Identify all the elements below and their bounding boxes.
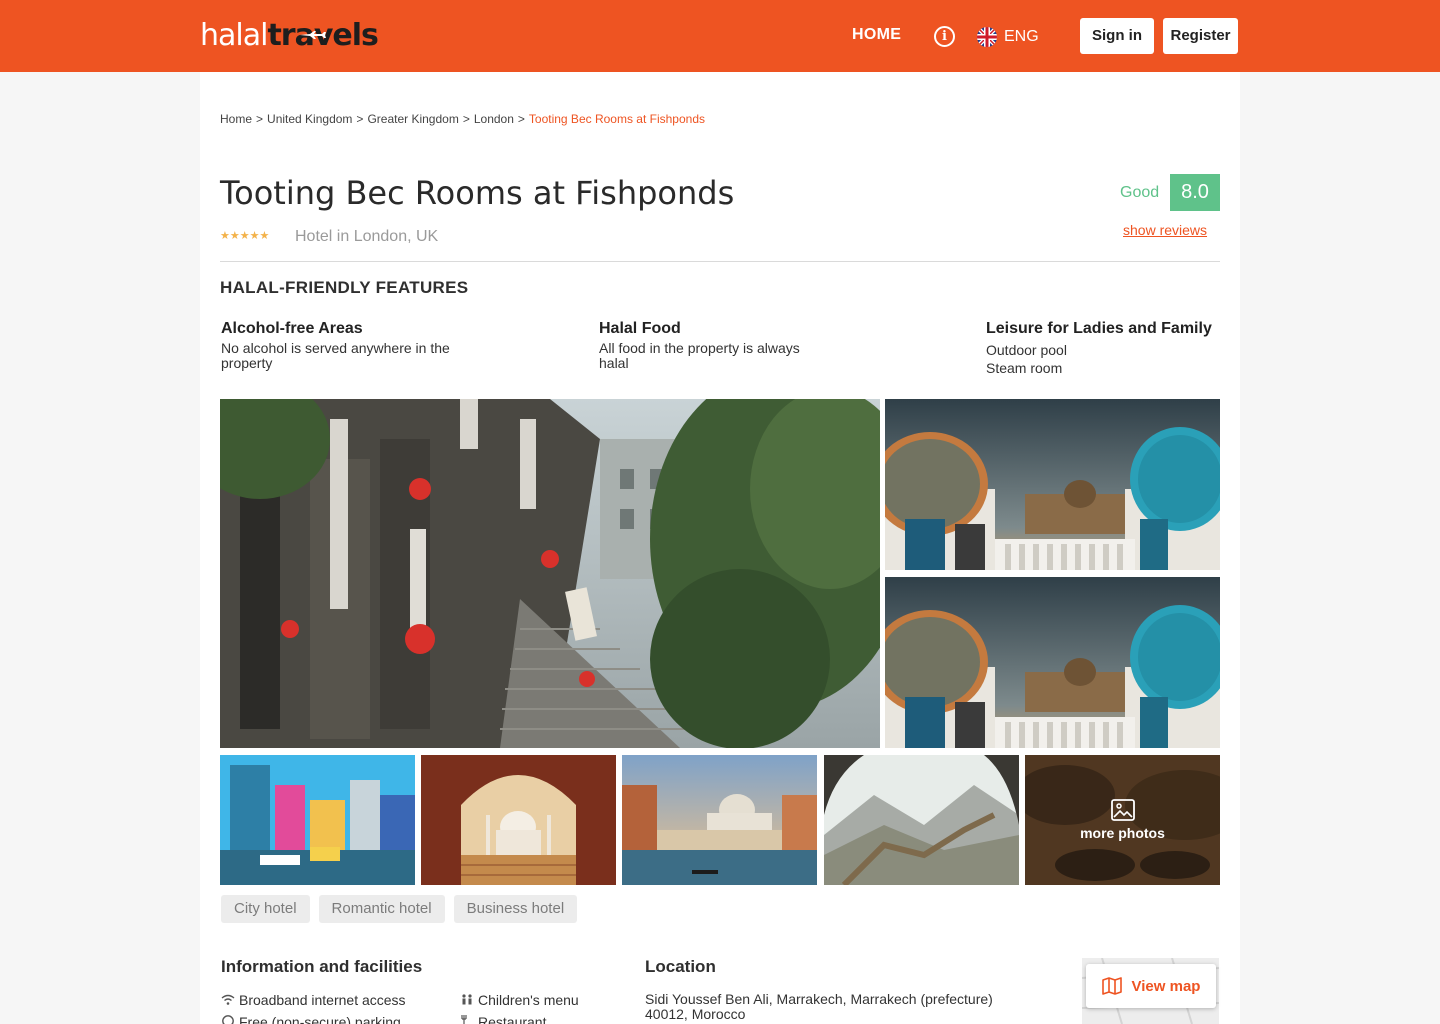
breadcrumb-country[interactable]: United Kingdom: [267, 112, 352, 126]
wifi-icon: [221, 994, 235, 1008]
section-divider: [220, 261, 1220, 262]
halaltravels-logo[interactable]: halaltravels: [200, 18, 379, 54]
feature-halal-food: Halal Food All food in the property is a…: [599, 320, 800, 371]
facility-item: Free (non-secure) parking: [221, 1014, 401, 1024]
feature-description-line: Outdoor pool: [986, 342, 1067, 358]
rating-score-badge: 8.0: [1170, 174, 1220, 211]
feature-alcohol-free: Alcohol-free Areas No alcohol is served …: [221, 320, 450, 371]
feature-title: Alcohol-free Areas: [221, 320, 363, 337]
language-selector[interactable]: ENG: [977, 26, 1039, 47]
feature-description-line: All food in the property is always: [599, 340, 800, 356]
breadcrumb-separator: >: [256, 112, 264, 126]
facility-label: Children's menu: [478, 992, 579, 1008]
info-icon[interactable]: i: [934, 26, 955, 47]
airplane-icon: [300, 31, 326, 39]
feature-description-line: property: [221, 355, 273, 371]
show-reviews-link[interactable]: show reviews: [1123, 222, 1207, 238]
tag-business-hotel[interactable]: Business hotel: [453, 895, 578, 923]
register-button[interactable]: Register: [1163, 18, 1238, 54]
street-photo-image: [220, 399, 880, 748]
feature-leisure-ladies-family: Leisure for Ladies and Family Outdoor po…: [986, 320, 1212, 377]
parking-icon: [221, 1015, 235, 1024]
children-icon: [460, 994, 474, 1008]
facility-item: Broadband internet access: [221, 992, 406, 1008]
gallery-thumbnail[interactable]: [421, 755, 616, 885]
venice-photo-image: [622, 755, 817, 885]
breadcrumb-current: Tooting Bec Rooms at Fishponds: [528, 112, 705, 126]
star-rating: ★★★★★: [220, 230, 270, 242]
facility-label: Restaurant: [478, 1014, 547, 1024]
uk-flag-icon: [977, 26, 997, 47]
image-icon: [1110, 799, 1135, 821]
great-wall-photo-image: [824, 755, 1019, 885]
city-street-photo-image: [220, 755, 415, 885]
breadcrumb-home[interactable]: Home: [220, 112, 252, 126]
tag-romantic-hotel[interactable]: Romantic hotel: [318, 895, 445, 923]
gallery-photo[interactable]: [885, 399, 1220, 570]
gallery-more-photos-tile[interactable]: more photos: [1025, 755, 1220, 885]
view-map-label: View map: [1131, 977, 1201, 995]
feature-title: Halal Food: [599, 320, 681, 337]
address-line: Sidi Youssef Ben Ali, Marrakech, Marrake…: [645, 991, 993, 1007]
feature-description-line: No alcohol is served anywhere in the: [221, 340, 450, 356]
hotel-subtitle: Hotel in London, UK: [295, 228, 439, 245]
feature-description-line: Steam room: [986, 360, 1063, 376]
gallery-thumbnail[interactable]: [824, 755, 1019, 885]
facility-item: Restaurant: [460, 1014, 546, 1024]
domes-photo-image: [885, 577, 1220, 748]
breadcrumb-separator: >: [462, 112, 470, 126]
nav-home-link[interactable]: HOME: [852, 26, 901, 44]
view-map-button[interactable]: View map: [1086, 964, 1216, 1008]
map-icon: [1101, 977, 1122, 995]
domes-photo-image: [885, 399, 1220, 570]
tag-city-hotel[interactable]: City hotel: [221, 895, 310, 923]
taj-mahal-photo-image: [421, 755, 616, 885]
facilities-heading: Information and facilities: [221, 957, 423, 976]
more-photos-overlay[interactable]: more photos: [1025, 755, 1220, 885]
breadcrumb-region[interactable]: Greater Kingdom: [367, 112, 458, 126]
location-heading: Location: [645, 957, 716, 976]
more-photos-label: more photos: [1080, 825, 1165, 841]
breadcrumb: Home > United Kingdom > Greater Kingdom > Lond…: [220, 112, 705, 126]
gallery-photo[interactable]: [885, 577, 1220, 748]
facility-item: Children's menu: [460, 992, 579, 1008]
feature-title: Leisure for Ladies and Family: [986, 320, 1212, 337]
gallery-thumbnail[interactable]: [622, 755, 817, 885]
gallery-main-photo[interactable]: [220, 399, 880, 748]
language-label: ENG: [1004, 27, 1039, 45]
facility-label: Free (non-secure) parking: [239, 1014, 401, 1024]
halal-features-heading: HALAL-FRIENDLY FEATURES: [220, 278, 469, 297]
address-line: 40012, Morocco: [645, 1006, 746, 1022]
breadcrumb-separator: >: [356, 112, 364, 126]
breadcrumb-city[interactable]: London: [474, 112, 514, 126]
hotel-tags: City hotel Romantic hotel Business hotel: [221, 895, 578, 923]
rating-label: Good: [1120, 184, 1160, 201]
logo-text-halal: halal: [200, 18, 268, 53]
hotel-title: Tooting Bec Rooms at Fishponds: [220, 174, 735, 212]
restaurant-icon: [460, 1015, 474, 1024]
top-navigation-bar: halaltravels HOME i ENG Sign in Register: [0, 0, 1440, 72]
sign-in-button[interactable]: Sign in: [1080, 18, 1154, 54]
facility-label: Broadband internet access: [239, 992, 406, 1008]
feature-description-line: halal: [599, 355, 629, 371]
gallery-thumbnail[interactable]: [220, 755, 415, 885]
location-address: Sidi Youssef Ben Ali, Marrakech, Marrake…: [645, 992, 1045, 1022]
breadcrumb-separator: >: [517, 112, 525, 126]
